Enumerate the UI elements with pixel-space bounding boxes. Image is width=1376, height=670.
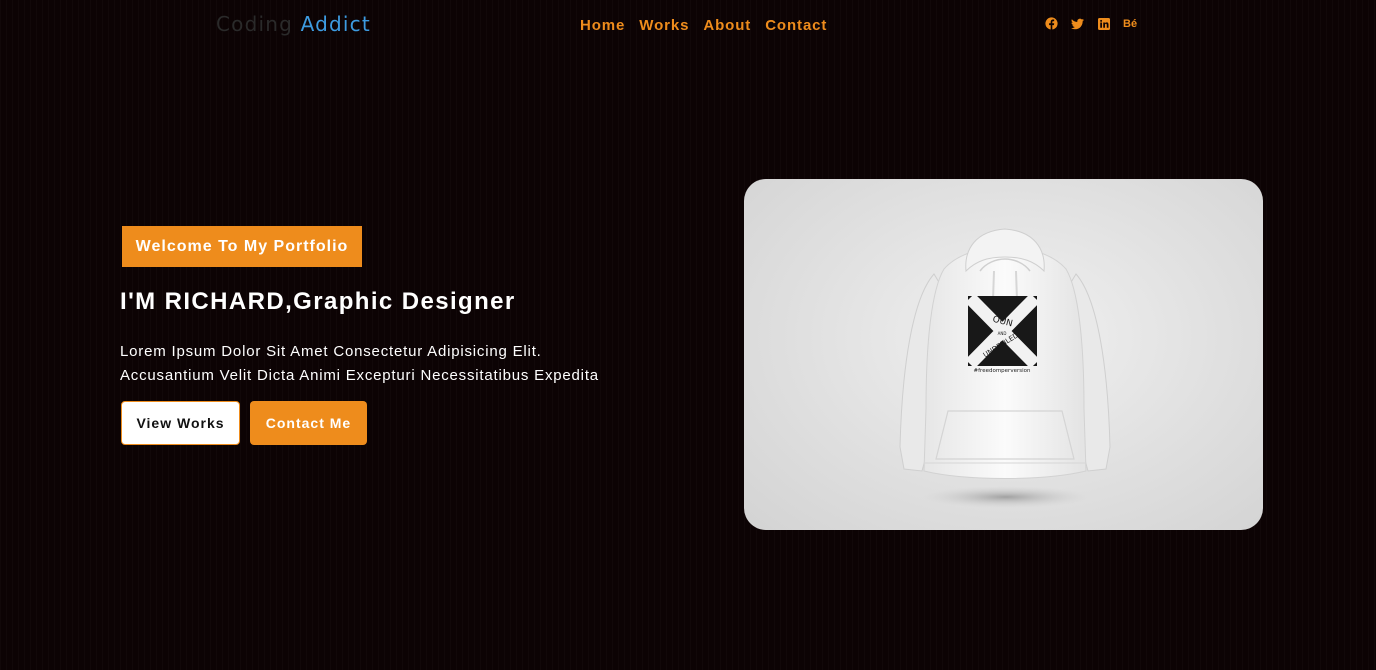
print-text-mid: AND — [998, 331, 1007, 336]
nav-link-about[interactable]: About — [703, 17, 751, 34]
twitter-icon[interactable] — [1071, 17, 1084, 30]
main-menu: Home Works About Contact — [580, 17, 827, 34]
nav-link-home[interactable]: Home — [580, 17, 625, 34]
hoodie-print-graphic: OUN AND UNDEFILED #freedomperversion — [965, 293, 1040, 374]
logo-text-addict: Addict — [300, 12, 371, 36]
hoodie-illustration: OUN AND UNDEFILED #freedomperversion — [899, 228, 1111, 508]
hero-description-line-2: Accusantium Velit Dicta Animi Excepturi … — [120, 367, 599, 384]
hero-image-hoodie: OUN AND UNDEFILED #freedomperversion — [744, 179, 1263, 530]
contact-me-button[interactable]: Contact Me — [250, 401, 367, 445]
nav-link-contact[interactable]: Contact — [765, 17, 827, 34]
nav-link-works[interactable]: Works — [639, 17, 689, 34]
hero-headline: I'M RICHARD,Graphic Designer — [120, 288, 516, 315]
top-navbar: Coding Addict Home Works About Contact B… — [0, 0, 1376, 50]
welcome-badge: Welcome To My Portfolio — [122, 226, 362, 267]
behance-icon[interactable]: Bé — [1123, 17, 1137, 30]
site-logo[interactable]: Coding Addict — [216, 12, 371, 36]
facebook-icon[interactable] — [1045, 17, 1058, 30]
view-works-button[interactable]: View Works — [121, 401, 240, 445]
linkedin-icon[interactable] — [1097, 17, 1110, 30]
hero-description: Lorem Ipsum Dolor Sit Amet Consectetur A… — [120, 340, 599, 388]
social-links: Bé — [1045, 17, 1137, 30]
print-text-tag: #freedomperversion — [974, 368, 1031, 374]
hoodie-shadow — [922, 486, 1090, 508]
logo-text-coding: Coding — [216, 12, 294, 36]
hero-description-line-1: Lorem Ipsum Dolor Sit Amet Consectetur A… — [120, 343, 542, 360]
